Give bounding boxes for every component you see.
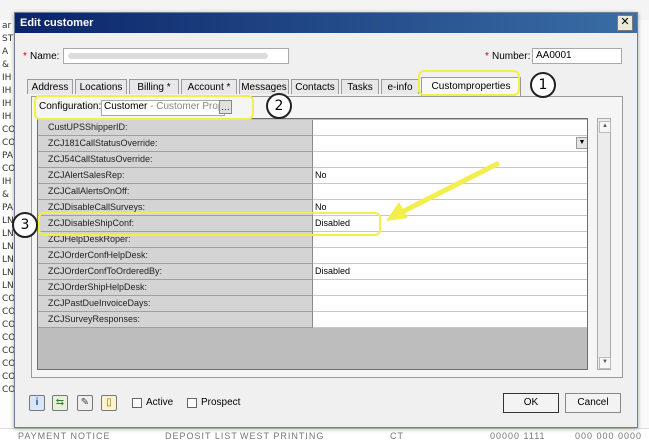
callout-arrow (386, 161, 500, 221)
